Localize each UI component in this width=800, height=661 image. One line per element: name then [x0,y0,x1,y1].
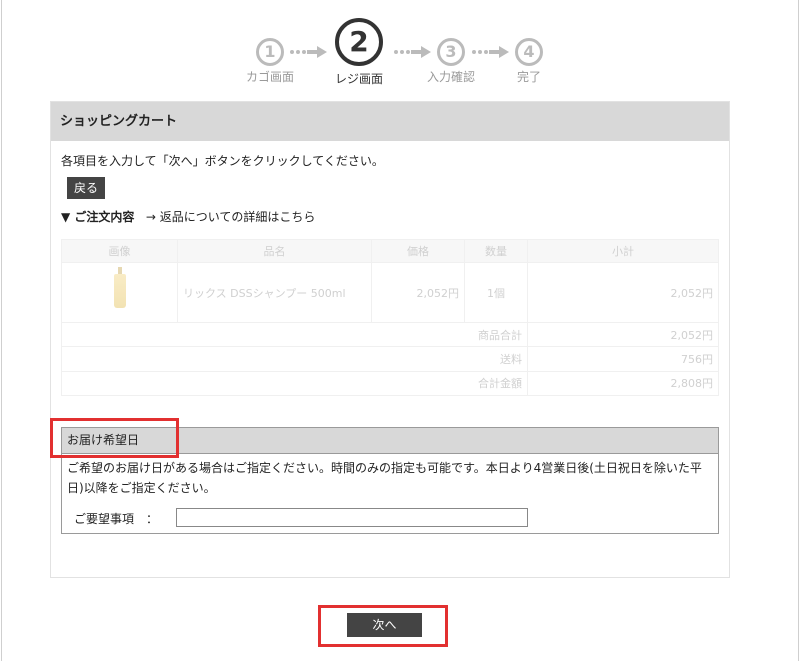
table-row: 商品合計 2,052円 [61,321,719,348]
frame-right-border [798,0,799,661]
table-row: リックス DSSシャンプー 500ml 2,052円 1個 2,052円 [61,262,719,323]
grand-total-value: 2,808円 [527,370,719,397]
request-label: ご要望事項 ： [74,512,159,526]
shipping-label: 送料 [61,346,528,372]
step-2-icon: 2 [335,18,383,66]
table-row: 送料 756円 [61,346,719,372]
items-total-label: 商品合計 [61,321,528,348]
order-heading: ▼ ご注文内容 [61,210,135,224]
step-4-label: 完了 [516,70,541,84]
grand-total-label: 合計金額 [61,370,528,397]
step-1-icon: 1 [256,38,284,66]
shampoo-bottle-icon [113,267,126,308]
product-subtotal: 2,052円 [527,262,719,323]
shipping-value: 756円 [527,346,719,372]
product-name: リックス DSSシャンプー 500ml [177,262,372,323]
table-row: 合計金額 2,808円 [61,370,719,397]
step-1-label: カゴ画面 [245,70,294,84]
header-price: 価格 [371,239,465,263]
order-table: 画像 品名 価格 数量 小計 リックス DSSシャンプー 500ml 2,052… [61,239,719,397]
header-name: 品名 [177,239,372,263]
request-input[interactable] [176,508,528,527]
returns-link[interactable]: → 返品についての詳細はこちら [146,210,316,224]
items-total-value: 2,052円 [527,321,719,348]
checkout-steps: 1 カゴ画面 2 レジ画面 3 入力確認 4 完了 [243,18,563,88]
frame-left-border [1,0,2,661]
header-subtotal: 小計 [527,239,719,263]
back-button[interactable]: 戻る [67,177,105,199]
product-price: 2,052円 [371,262,465,323]
table-header-row: 画像 品名 価格 数量 小計 [61,239,719,263]
header-qty: 数量 [464,239,528,263]
step-2-label: レジ画面 [334,72,383,86]
product-image [61,262,178,323]
delivery-description: ご希望のお届け日がある場合はご指定ください。時間のみの指定も可能です。本日より4… [67,461,702,495]
delivery-title: お届け希望日 [62,428,718,454]
step-register: 2 レジ画面 [327,18,391,87]
instruction-text: 各項目を入力して「次へ」ボタンをクリックしてください。 [61,154,384,168]
step-4-icon: 4 [515,38,543,66]
shopping-cart-panel: ショッピングカート 各項目を入力して「次へ」ボタンをクリックしてください。 戻る… [50,101,730,578]
step-3-icon: 3 [437,38,465,66]
step-arrow-icon [290,46,327,58]
header-image: 画像 [61,239,178,263]
product-qty: 1個 [464,262,528,323]
order-heading-line: ▼ ご注文内容 → 返品についての詳細はこちら [61,208,315,225]
step-complete: 4 完了 [497,18,561,85]
delivery-date-section: お届け希望日 ご希望のお届け日がある場合はご指定ください。時間のみの指定も可能で… [61,427,719,534]
cart-title: ショッピングカート [51,102,729,141]
step-3-label: 入力確認 [426,70,475,84]
page: 1 カゴ画面 2 レジ画面 3 入力確認 4 完了 ショッピングカート 各項目を… [0,0,800,661]
next-button[interactable]: 次へ [347,613,422,637]
